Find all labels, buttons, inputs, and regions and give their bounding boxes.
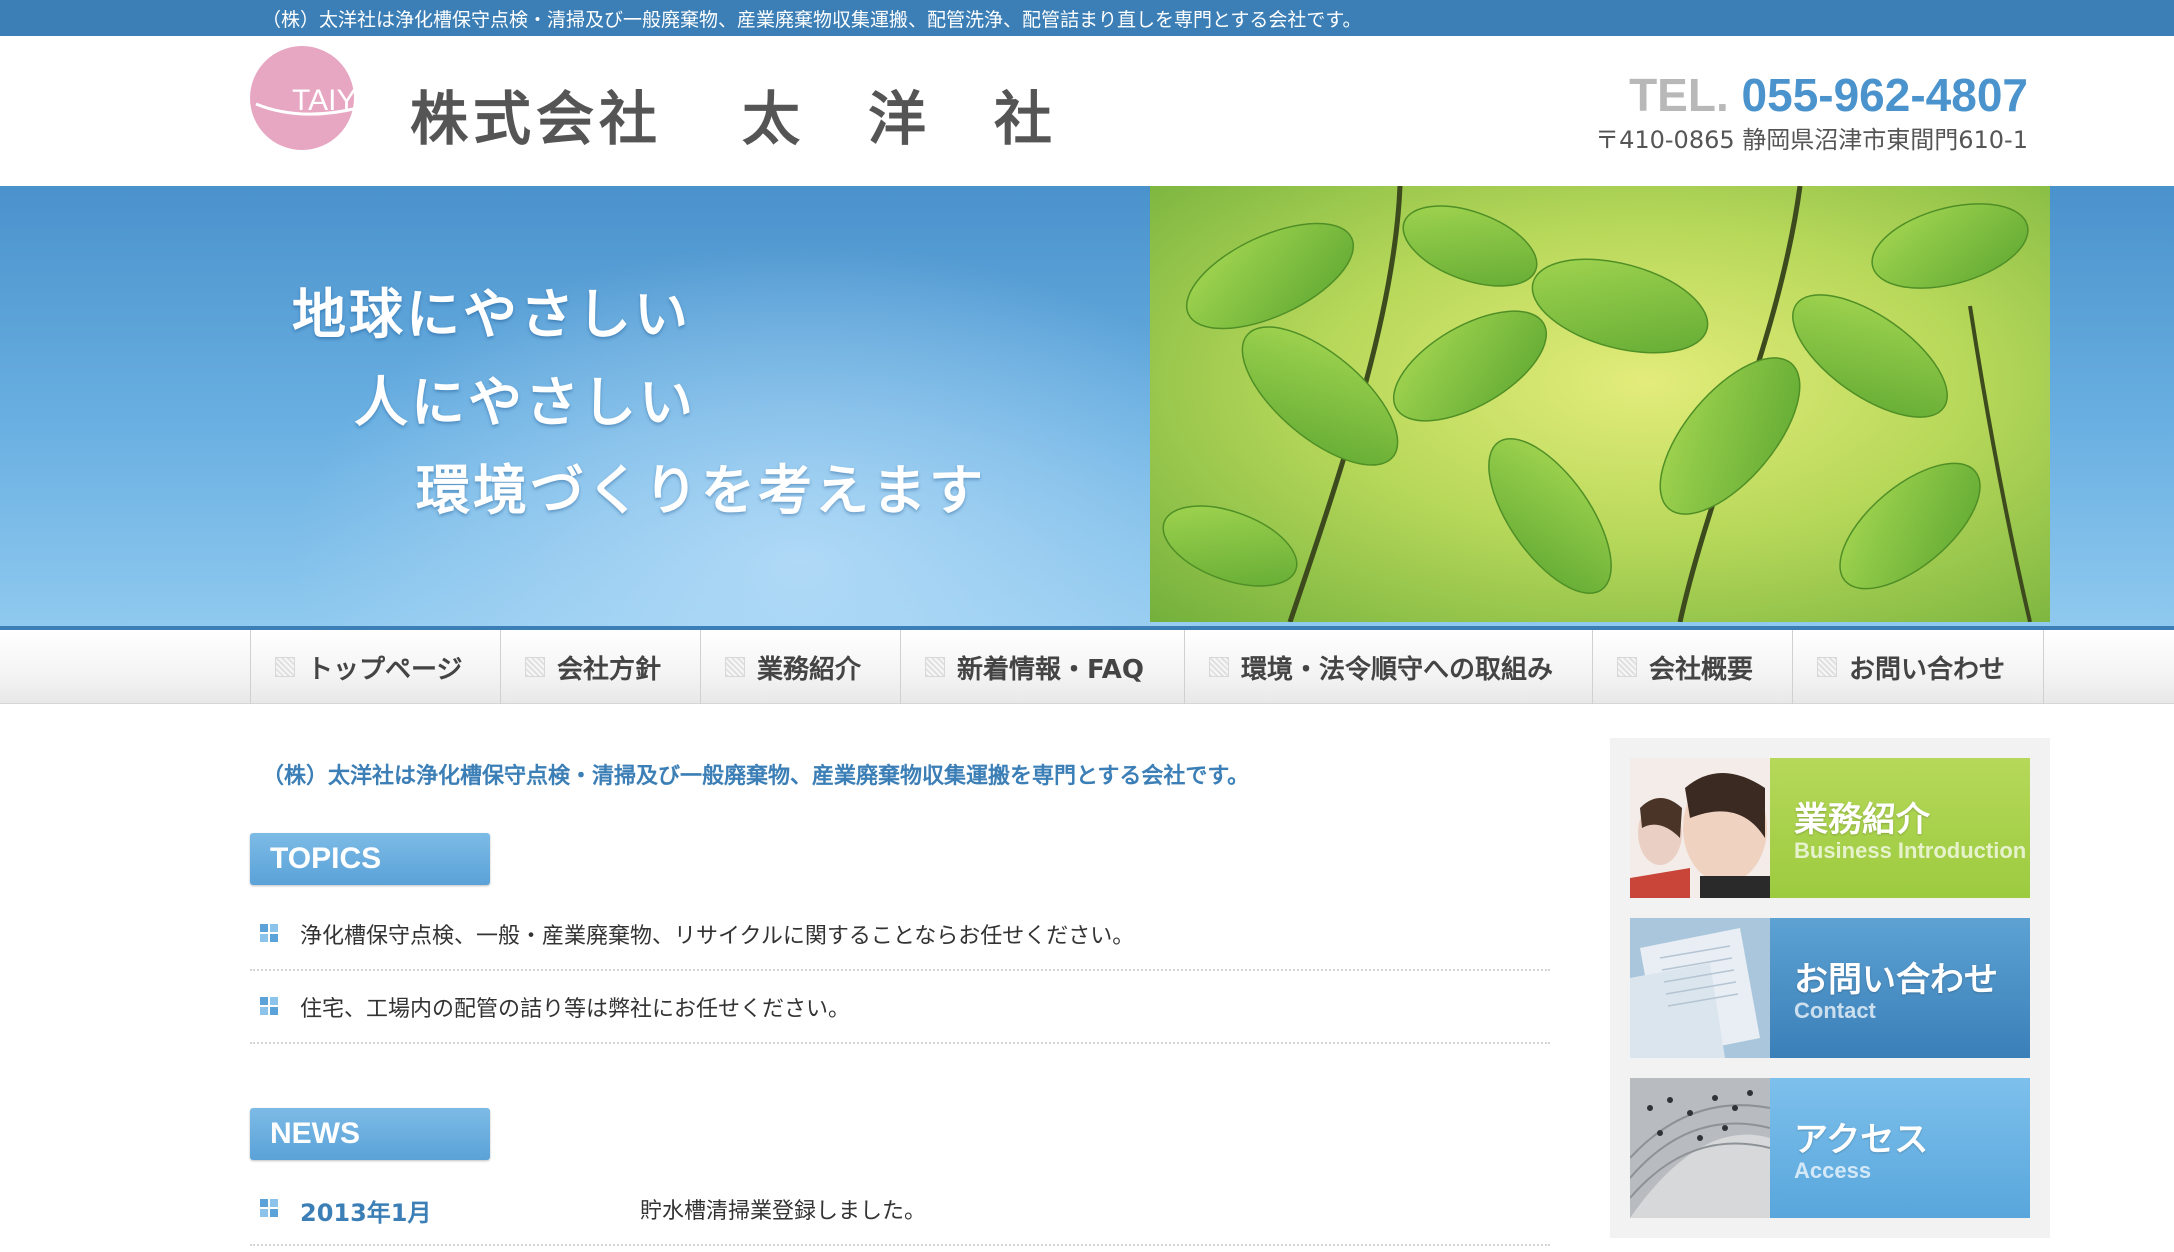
nav-item-policy[interactable]: 会社方針 xyxy=(500,630,700,704)
banner-subtitle: Contact xyxy=(1794,998,1876,1023)
hero-slogan-line-1: 地球にやさしい xyxy=(292,283,691,346)
news-text: 貯水槽清掃業登録しました。 xyxy=(640,1199,927,1224)
nav-item-label: 新着情報・FAQ xyxy=(957,654,1145,685)
nav-item-top[interactable]: トップページ xyxy=(250,630,500,704)
news-heading: NEWS xyxy=(250,1108,490,1160)
company-name-b: 太 洋 社 xyxy=(742,85,1058,153)
nav-item-label: お問い合わせ xyxy=(1849,654,2006,685)
top-strip: （株）太洋社は浄化槽保守点検・清掃及び一般廃棄物、産業廃棄物収集運搬、配管洗浄、… xyxy=(0,0,2174,36)
grid-bullet-icon xyxy=(260,1199,278,1217)
company-address: 〒410-0865 静岡県沼津市東間門610-1 xyxy=(1595,126,2028,154)
topic-text: 浄化槽保守点検、一般・産業廃棄物、リサイクルに関することならお任せください。 xyxy=(300,924,1135,949)
phone-number[interactable]: TEL. 055-962-4807 xyxy=(1629,68,2028,122)
hero-glow xyxy=(200,186,1200,626)
tel-number: 055-962-4807 xyxy=(1741,69,2028,121)
nav-square-icon xyxy=(275,657,295,677)
news-item[interactable]: 2013年1月 貯水槽清掃業登録しました。 xyxy=(250,1173,1550,1246)
news-date: 2013年1月 xyxy=(300,1199,432,1227)
operator-photo-image xyxy=(1630,758,1770,898)
grid-bullet-icon xyxy=(260,997,278,1015)
tel-label: TEL. xyxy=(1629,69,1729,121)
nav-item-label: 会社方針 xyxy=(557,654,662,685)
banner-subtitle: Access xyxy=(1794,1158,1872,1183)
nav-item-label: 会社概要 xyxy=(1649,654,1754,685)
top-strip-text: （株）太洋社は浄化槽保守点検・清掃及び一般廃棄物、産業廃棄物収集運搬、配管洗浄、… xyxy=(262,9,1362,31)
banner-title: お問い合わせ xyxy=(1794,960,1998,1000)
banner-services[interactable]: 業務紹介 Business Introduction xyxy=(1630,758,2030,898)
topics-heading: TOPICS xyxy=(250,833,490,885)
main-nav: トップページ 会社方針 業務紹介 新着情報・FAQ 環境・法令順守への取組み 会… xyxy=(0,626,2174,704)
intro-text: （株）太洋社は浄化槽保守点検・清掃及び一般廃棄物、産業廃棄物収集運搬を専門とする… xyxy=(262,764,1250,789)
grid-bullet-icon xyxy=(260,924,278,942)
hero-slogan-line-3: 環境づくりを考えます xyxy=(416,459,986,522)
banner-panel: 業務紹介 Business Introduction xyxy=(1770,758,2030,898)
banner-title: アクセス xyxy=(1794,1120,1929,1160)
documents-photo-image xyxy=(1630,918,1770,1058)
logo-mark-icon: TAIYO xyxy=(250,46,360,150)
topic-item[interactable]: 住宅、工場内の配管の詰り等は弊社にお任せください。 xyxy=(250,971,1550,1044)
banner-panel: アクセス Access xyxy=(1770,1078,2030,1218)
nav-item-environment[interactable]: 環境・法令順守への取組み xyxy=(1184,630,1592,704)
nav-item-label: 環境・法令順守への取組み xyxy=(1241,654,1554,685)
nav-item-services[interactable]: 業務紹介 xyxy=(700,630,900,704)
leaf-photo-image xyxy=(1150,186,2050,622)
company-name-a: 株式会社 xyxy=(410,85,663,153)
crowd-photo-image xyxy=(1630,1078,1770,1218)
nav-item-contact[interactable]: お問い合わせ xyxy=(1792,630,2044,704)
banner-panel: お問い合わせ Contact xyxy=(1770,918,2030,1058)
nav-square-icon xyxy=(1209,657,1229,677)
banner-title: 業務紹介 xyxy=(1794,800,1930,840)
nav-square-icon xyxy=(925,657,945,677)
nav-square-icon xyxy=(725,657,745,677)
nav-square-icon xyxy=(1617,657,1637,677)
banner-contact[interactable]: お問い合わせ Contact xyxy=(1630,918,2030,1058)
hero-slogan-line-2: 人にやさしい xyxy=(354,371,696,434)
nav-item-company[interactable]: 会社概要 xyxy=(1592,630,1792,704)
topic-text: 住宅、工場内の配管の詰り等は弊社にお任せください。 xyxy=(300,997,851,1022)
banner-subtitle: Business Introduction xyxy=(1794,838,2027,863)
sidebar: 業務紹介 Business Introduction お問い合わせ Contac… xyxy=(1610,738,2050,1238)
logo-mark-text: TAIYO xyxy=(292,84,360,117)
nav-item-label: 業務紹介 xyxy=(757,654,862,685)
nav-square-icon xyxy=(1817,657,1837,677)
company-name: 株式会社 太 洋 社 xyxy=(410,72,1057,156)
nav-square-icon xyxy=(525,657,545,677)
logo-link[interactable]: TAIYO 株式会社太 洋 社 xyxy=(250,44,1052,154)
topic-item[interactable]: 浄化槽保守点検、一般・産業廃棄物、リサイクルに関することならお任せください。 xyxy=(250,898,1550,971)
nav-item-label: トップページ xyxy=(307,654,463,685)
banner-access[interactable]: アクセス Access xyxy=(1630,1078,2030,1218)
nav-item-news-faq[interactable]: 新着情報・FAQ xyxy=(900,630,1184,704)
